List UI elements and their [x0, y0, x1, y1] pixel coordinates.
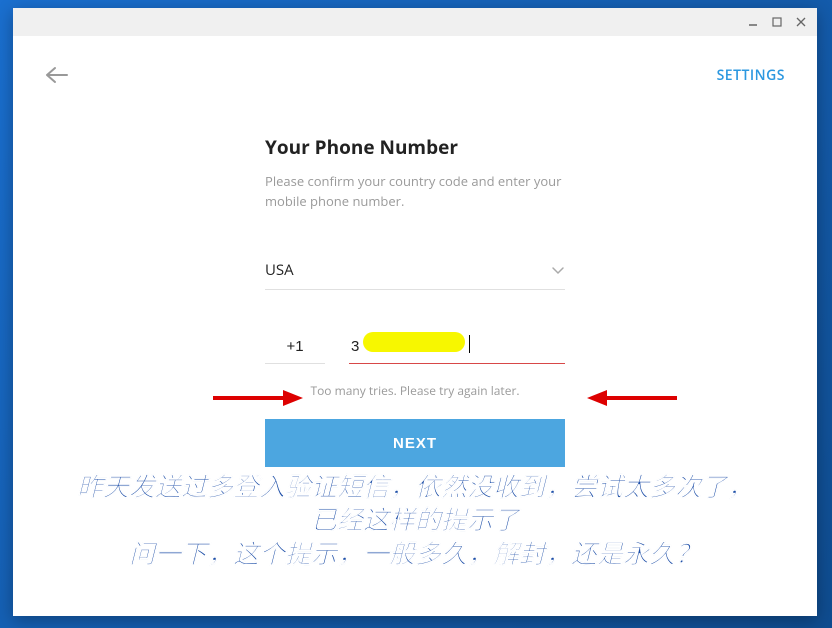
annotation-arrow-right: [587, 386, 677, 415]
window-maximize-button[interactable]: [769, 14, 785, 30]
next-button[interactable]: NEXT: [265, 419, 565, 467]
settings-link[interactable]: SETTINGS: [717, 66, 785, 85]
titlebar: [13, 8, 817, 36]
annotation-arrow-left: [213, 386, 303, 415]
back-button[interactable]: [45, 66, 69, 89]
page-subtitle: Please confirm your country code and ent…: [265, 172, 565, 211]
annotation-line-2: 已经这样的提示了: [55, 504, 775, 538]
window-minimize-button[interactable]: [745, 14, 761, 30]
text-caret: [469, 335, 470, 353]
error-message: Too many tries. Please try again later.: [265, 382, 565, 399]
annotation-line-3: 问一下，这个提示，一般多久，解封，还是永久？: [55, 538, 775, 572]
app-window: SETTINGS Your Phone Number Please confir…: [13, 8, 817, 616]
phone-form: Your Phone Number Please confirm your co…: [265, 134, 565, 467]
chevron-down-icon: [551, 259, 565, 281]
country-code-input[interactable]: [265, 334, 325, 364]
country-selector[interactable]: USA: [265, 259, 565, 290]
redaction-highlight: [363, 332, 465, 352]
phone-input-wrap: [349, 334, 565, 364]
country-value: USA: [265, 260, 551, 280]
window-close-button[interactable]: [793, 14, 809, 30]
page-title: Your Phone Number: [265, 134, 565, 160]
annotation-line-1: 昨天发送过多登入验证短信，依然没收到，尝试太多次了，: [55, 471, 775, 505]
annotation-text: 昨天发送过多登入验证短信，依然没收到，尝试太多次了， 已经这样的提示了 问一下，…: [55, 471, 775, 572]
content-area: SETTINGS Your Phone Number Please confir…: [13, 36, 817, 616]
phone-input-row: [265, 334, 565, 364]
